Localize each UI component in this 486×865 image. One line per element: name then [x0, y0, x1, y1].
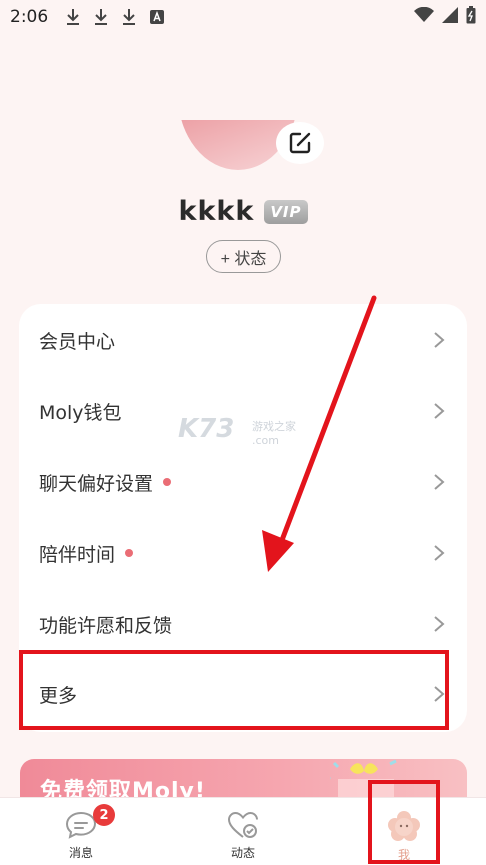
- watermark-sub-line2: .com: [252, 434, 279, 447]
- menu-item-label: 会员中心: [39, 330, 116, 353]
- menu-item-label: Moly钱包: [39, 401, 122, 424]
- wifi-icon: [414, 7, 434, 22]
- menu-item-feedback[interactable]: 功能许愿和反馈: [19, 589, 467, 659]
- heart-check-icon: [227, 811, 258, 838]
- status-time: 2:06: [10, 7, 49, 27]
- unread-badge: 2: [93, 804, 115, 826]
- nav-tab-messages[interactable]: 消息 2: [21, 798, 141, 865]
- watermark-subtext: 游戏之家 .com: [252, 418, 296, 447]
- username: kkkk: [178, 196, 255, 227]
- vip-badge: VIP: [264, 199, 308, 224]
- username-row: kkkk VIP: [0, 196, 486, 227]
- annotation-highlight-me: [368, 780, 440, 864]
- chevron-right-icon: [434, 545, 445, 561]
- signal-icon: [442, 7, 458, 23]
- menu-item-chat-preferences[interactable]: 聊天偏好设置: [19, 447, 467, 517]
- download-icon: [95, 9, 108, 25]
- battery-icon: [466, 6, 476, 24]
- notification-dot: [125, 549, 134, 557]
- notification-icons: [66, 8, 165, 26]
- menu-item-member-center[interactable]: 会员中心: [19, 305, 467, 375]
- menu-item-wallet[interactable]: Moly钱包: [19, 376, 467, 446]
- menu-item-label: 聊天偏好设置: [39, 472, 154, 495]
- menu-item-label: 陪伴时间: [39, 543, 116, 566]
- chevron-right-icon: [434, 474, 445, 490]
- edit-icon: [289, 132, 311, 154]
- menu-item-label: 功能许愿和反馈: [39, 614, 173, 637]
- watermark-logo: K73: [178, 414, 235, 444]
- add-status-button[interactable]: + 状态: [206, 240, 281, 273]
- notification-dot: [163, 478, 172, 486]
- chevron-right-icon: [434, 403, 445, 419]
- text-a-icon: [150, 10, 165, 24]
- chevron-right-icon: [434, 332, 445, 348]
- nav-label: 动态: [230, 846, 255, 860]
- download-icon: [123, 9, 136, 25]
- menu-item-companion-time[interactable]: 陪伴时间: [19, 518, 467, 588]
- annotation-highlight-more: [19, 650, 449, 730]
- watermark-sub-line1: 游戏之家: [252, 420, 296, 433]
- system-icons: [414, 6, 476, 24]
- status-bar: 2:06: [0, 0, 486, 34]
- edit-profile-button[interactable]: [276, 122, 324, 164]
- chevron-right-icon: [434, 616, 445, 632]
- download-icon: [67, 9, 80, 25]
- nav-tab-moments[interactable]: 动态: [183, 798, 303, 865]
- nav-label: 消息: [68, 846, 93, 860]
